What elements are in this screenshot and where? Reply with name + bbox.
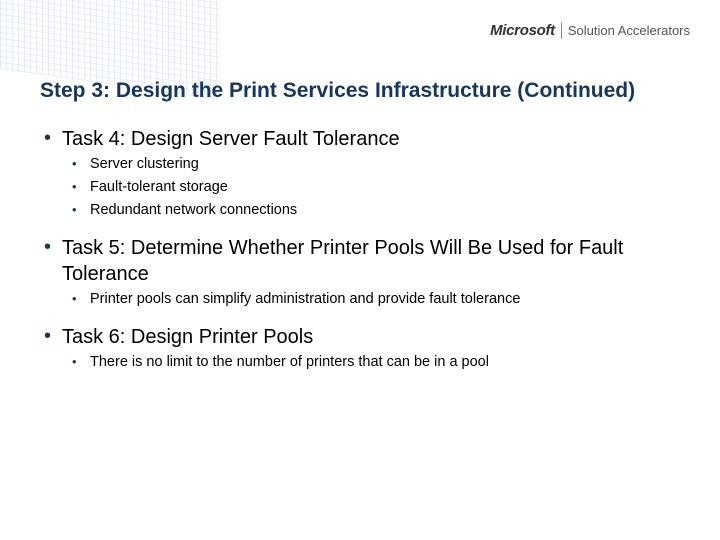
slide-title: Step 3: Design the Print Services Infras…	[40, 78, 690, 104]
bullet-icon: •	[44, 126, 62, 151]
bullet-icon: •	[44, 235, 62, 260]
bullet-list-level2: • Server clustering • Fault-tolerant sto…	[44, 154, 690, 221]
brand-bar: Microsoft Solution Accelerators	[490, 22, 690, 39]
sub-bullet-text: There is no limit to the number of print…	[90, 352, 489, 373]
bullet-icon: •	[72, 177, 90, 197]
bullet-text: Task 4: Design Server Fault Tolerance	[62, 126, 400, 152]
list-item: • Task 5: Determine Whether Printer Pool…	[44, 235, 690, 310]
brand-microsoft: Microsoft	[490, 22, 555, 39]
bullet-icon: •	[72, 154, 90, 174]
bullet-list-level2: • Printer pools can simplify administrat…	[44, 289, 690, 310]
list-item: • Task 4: Design Server Fault Tolerance …	[44, 126, 690, 221]
bullet-list-level2: • There is no limit to the number of pri…	[44, 352, 690, 373]
list-item: • Redundant network connections	[72, 200, 690, 221]
slide-content: Step 3: Design the Print Services Infras…	[40, 78, 690, 387]
list-item: • Printer pools can simplify administrat…	[72, 289, 690, 310]
sub-bullet-text: Server clustering	[90, 154, 199, 175]
bullet-icon: •	[72, 289, 90, 309]
list-item: • Task 6: Design Printer Pools • There i…	[44, 324, 690, 373]
brand-solution-accelerators: Solution Accelerators	[568, 23, 690, 38]
list-item: • Server clustering	[72, 154, 690, 175]
list-item: • There is no limit to the number of pri…	[72, 352, 690, 373]
bullet-text: Task 6: Design Printer Pools	[62, 324, 313, 350]
sub-bullet-text: Printer pools can simplify administratio…	[90, 289, 520, 310]
sub-bullet-text: Fault-tolerant storage	[90, 177, 228, 198]
list-item: • Fault-tolerant storage	[72, 177, 690, 198]
brand-divider	[561, 23, 562, 39]
bullet-icon: •	[44, 324, 62, 349]
bullet-list-level1: • Task 4: Design Server Fault Tolerance …	[40, 126, 690, 373]
bullet-icon: •	[72, 352, 90, 372]
bullet-icon: •	[72, 200, 90, 220]
bullet-text: Task 5: Determine Whether Printer Pools …	[62, 235, 690, 287]
sub-bullet-text: Redundant network connections	[90, 200, 297, 221]
